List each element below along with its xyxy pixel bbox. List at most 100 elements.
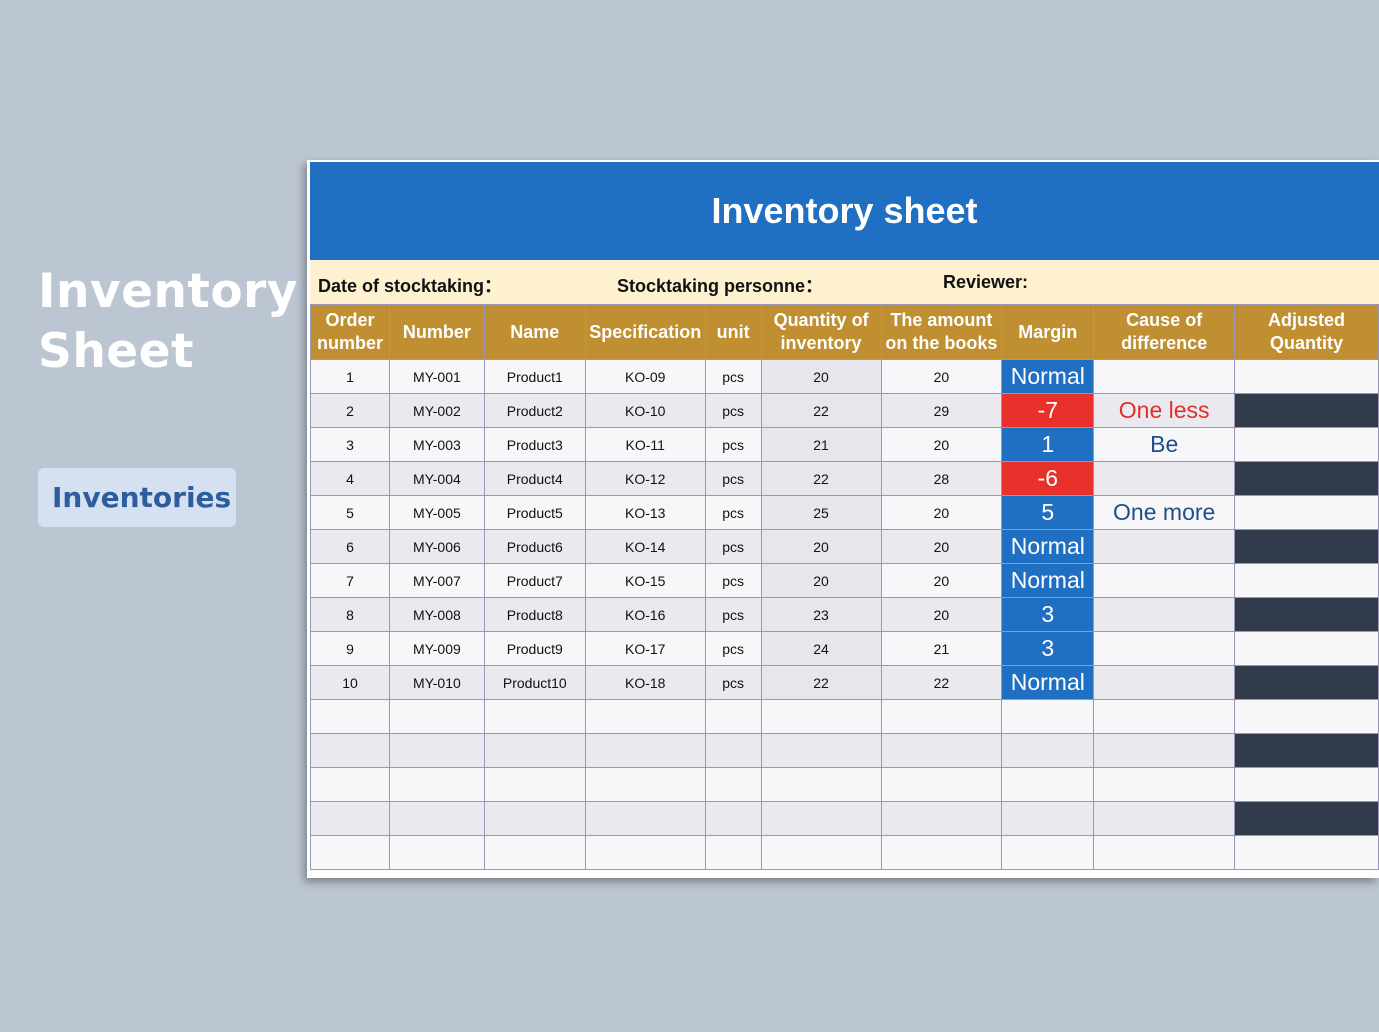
cause-cell[interactable] — [1093, 461, 1236, 496]
adjusted-quantity-cell[interactable] — [1234, 461, 1379, 496]
book-amount-cell[interactable] — [880, 699, 1003, 734]
margin-cell[interactable] — [1001, 835, 1095, 870]
adjusted-quantity-cell[interactable] — [1234, 699, 1379, 734]
specification-cell[interactable]: KO-12 — [584, 461, 706, 496]
margin-cell[interactable]: -6 — [1001, 461, 1095, 496]
unit-cell[interactable]: pcs — [704, 359, 762, 394]
adjusted-quantity-cell[interactable] — [1234, 835, 1379, 870]
adjusted-quantity-cell[interactable] — [1234, 393, 1379, 428]
adjusted-quantity-cell[interactable] — [1234, 563, 1379, 598]
book-amount-cell[interactable]: 21 — [880, 631, 1003, 666]
column-header[interactable]: Quantity of inventory — [760, 304, 882, 360]
number-cell[interactable]: MY-006 — [388, 529, 485, 564]
unit-cell[interactable]: pcs — [704, 597, 762, 632]
order-number-cell[interactable] — [310, 699, 390, 734]
book-amount-cell[interactable]: 20 — [880, 529, 1003, 564]
unit-cell[interactable]: pcs — [704, 393, 762, 428]
book-amount-cell[interactable]: 20 — [880, 495, 1003, 530]
number-cell[interactable]: MY-004 — [388, 461, 485, 496]
book-amount-cell[interactable]: 28 — [880, 461, 1003, 496]
order-number-cell[interactable] — [310, 835, 390, 870]
number-cell[interactable]: MY-005 — [388, 495, 485, 530]
cause-cell[interactable] — [1093, 563, 1236, 598]
book-amount-cell[interactable]: 20 — [880, 597, 1003, 632]
name-cell[interactable]: Product2 — [483, 393, 586, 428]
book-amount-cell[interactable] — [880, 733, 1003, 768]
adjusted-quantity-cell[interactable] — [1234, 529, 1379, 564]
number-cell[interactable]: MY-007 — [388, 563, 485, 598]
name-cell[interactable]: Product7 — [483, 563, 586, 598]
quantity-cell[interactable]: 25 — [760, 495, 882, 530]
number-cell[interactable] — [388, 767, 485, 802]
book-amount-cell[interactable]: 22 — [880, 665, 1003, 700]
margin-cell[interactable]: Normal — [1001, 529, 1095, 564]
book-amount-cell[interactable]: 29 — [880, 393, 1003, 428]
column-header[interactable]: Margin — [1001, 304, 1095, 360]
specification-cell[interactable]: KO-14 — [584, 529, 706, 564]
unit-cell[interactable]: pcs — [704, 461, 762, 496]
quantity-cell[interactable]: 21 — [760, 427, 882, 462]
quantity-cell[interactable]: 20 — [760, 563, 882, 598]
quantity-cell[interactable] — [760, 767, 882, 802]
cause-cell[interactable] — [1093, 529, 1236, 564]
adjusted-quantity-cell[interactable] — [1234, 631, 1379, 666]
order-number-cell[interactable]: 10 — [310, 665, 390, 700]
unit-cell[interactable] — [704, 835, 762, 870]
unit-cell[interactable]: pcs — [704, 665, 762, 700]
order-number-cell[interactable]: 8 — [310, 597, 390, 632]
unit-cell[interactable]: pcs — [704, 427, 762, 462]
order-number-cell[interactable]: 6 — [310, 529, 390, 564]
number-cell[interactable]: MY-010 — [388, 665, 485, 700]
cause-cell[interactable] — [1093, 665, 1236, 700]
quantity-cell[interactable]: 22 — [760, 393, 882, 428]
cause-cell[interactable]: Be — [1093, 427, 1236, 462]
column-header[interactable]: unit — [704, 304, 762, 360]
margin-cell[interactable] — [1001, 733, 1095, 768]
quantity-cell[interactable]: 20 — [760, 359, 882, 394]
specification-cell[interactable]: KO-13 — [584, 495, 706, 530]
quantity-cell[interactable] — [760, 699, 882, 734]
specification-cell[interactable]: KO-10 — [584, 393, 706, 428]
column-header[interactable]: Specification — [584, 304, 706, 360]
quantity-cell[interactable]: 23 — [760, 597, 882, 632]
number-cell[interactable] — [388, 733, 485, 768]
margin-cell[interactable] — [1001, 699, 1095, 734]
order-number-cell[interactable] — [310, 733, 390, 768]
column-header[interactable]: Number — [388, 304, 485, 360]
quantity-cell[interactable] — [760, 733, 882, 768]
margin-cell[interactable]: 3 — [1001, 631, 1095, 666]
name-cell[interactable]: Product8 — [483, 597, 586, 632]
unit-cell[interactable] — [704, 733, 762, 768]
unit-cell[interactable]: pcs — [704, 631, 762, 666]
cause-cell[interactable] — [1093, 801, 1236, 836]
order-number-cell[interactable]: 3 — [310, 427, 390, 462]
order-number-cell[interactable]: 5 — [310, 495, 390, 530]
margin-cell[interactable]: Normal — [1001, 359, 1095, 394]
margin-cell[interactable]: Normal — [1001, 665, 1095, 700]
name-cell[interactable] — [483, 767, 586, 802]
quantity-cell[interactable] — [760, 835, 882, 870]
unit-cell[interactable]: pcs — [704, 529, 762, 564]
order-number-cell[interactable] — [310, 801, 390, 836]
column-header[interactable]: The amount on the books — [880, 304, 1003, 360]
order-number-cell[interactable] — [310, 767, 390, 802]
number-cell[interactable] — [388, 699, 485, 734]
specification-cell[interactable] — [584, 835, 706, 870]
specification-cell[interactable]: KO-09 — [584, 359, 706, 394]
cause-cell[interactable]: One less — [1093, 393, 1236, 428]
number-cell[interactable] — [388, 835, 485, 870]
book-amount-cell[interactable] — [880, 767, 1003, 802]
adjusted-quantity-cell[interactable] — [1234, 665, 1379, 700]
name-cell[interactable] — [483, 835, 586, 870]
name-cell[interactable]: Product6 — [483, 529, 586, 564]
name-cell[interactable] — [483, 801, 586, 836]
unit-cell[interactable]: pcs — [704, 563, 762, 598]
adjusted-quantity-cell[interactable] — [1234, 359, 1379, 394]
cause-cell[interactable] — [1093, 835, 1236, 870]
margin-cell[interactable]: 5 — [1001, 495, 1095, 530]
adjusted-quantity-cell[interactable] — [1234, 733, 1379, 768]
number-cell[interactable]: MY-002 — [388, 393, 485, 428]
inventories-button[interactable]: Inventories — [38, 468, 236, 527]
order-number-cell[interactable]: 2 — [310, 393, 390, 428]
cause-cell[interactable] — [1093, 359, 1236, 394]
